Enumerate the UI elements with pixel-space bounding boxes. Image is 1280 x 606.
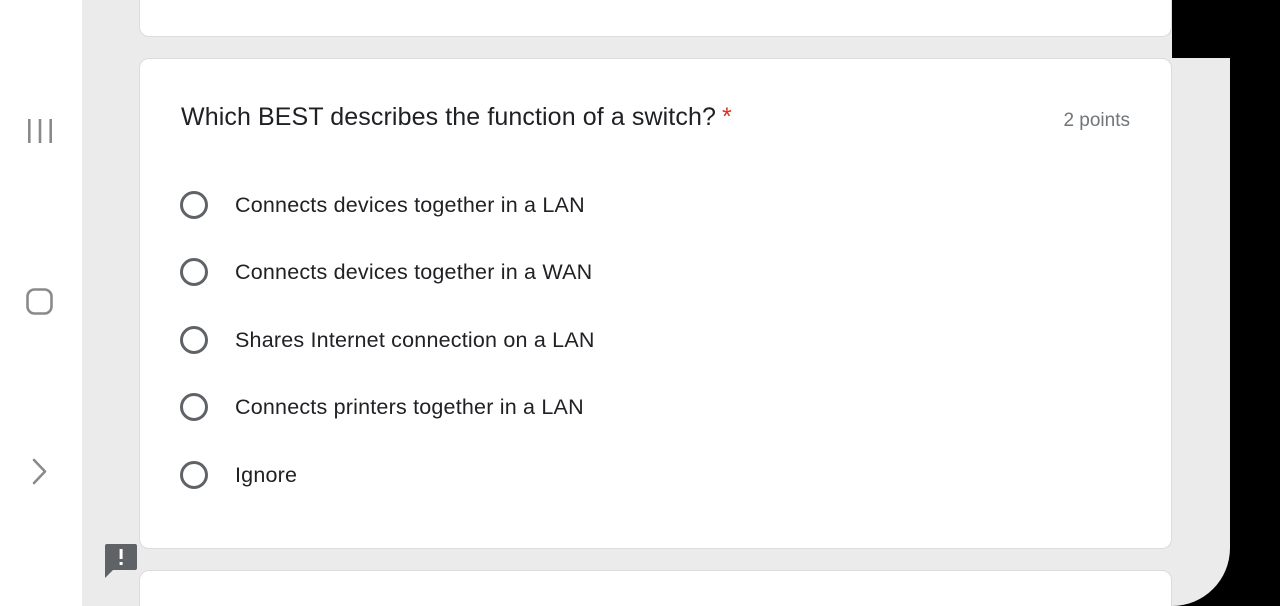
system-nav-bar <box>0 0 82 606</box>
radio-button[interactable] <box>180 258 208 286</box>
option-item[interactable]: Connects devices together in a LAN <box>180 187 585 223</box>
form-viewport[interactable]: Which BEST describes the function of a s… <box>82 0 1230 606</box>
option-label[interactable]: Connects devices together in a LAN <box>235 193 585 218</box>
recents-button[interactable] <box>14 106 66 158</box>
option-item[interactable]: Shares Internet connection on a LAN <box>180 322 595 358</box>
back-chevron-icon <box>32 458 47 485</box>
radio-button[interactable] <box>180 393 208 421</box>
option-label[interactable]: Shares Internet connection on a LAN <box>235 328 595 353</box>
home-icon <box>26 288 53 315</box>
option-item[interactable]: Connects devices together in a WAN <box>180 254 592 290</box>
option-label[interactable]: Connects printers together in a LAN <box>235 395 584 420</box>
option-item[interactable]: Connects printers together in a LAN <box>180 389 584 425</box>
radio-button[interactable] <box>180 191 208 219</box>
radio-button[interactable] <box>180 326 208 354</box>
radio-button[interactable] <box>180 461 208 489</box>
feedback-button[interactable] <box>104 542 138 580</box>
feedback-icon <box>105 544 137 578</box>
option-label[interactable]: Connects devices together in a WAN <box>235 260 592 285</box>
required-asterisk: * <box>721 103 732 131</box>
question-text: Which BEST describes the function of a s… <box>181 103 716 131</box>
next-question-card <box>139 570 1172 606</box>
question-title: Which BEST describes the function of a s… <box>181 103 732 132</box>
back-button[interactable] <box>14 446 66 498</box>
points-label: 2 points <box>1063 110 1130 131</box>
recents-icon <box>28 119 52 143</box>
question-card: Which BEST describes the function of a s… <box>139 58 1172 549</box>
option-item[interactable]: Ignore <box>180 457 297 493</box>
option-label[interactable]: Ignore <box>235 463 297 488</box>
previous-question-card <box>139 0 1172 37</box>
home-button[interactable] <box>14 276 66 328</box>
